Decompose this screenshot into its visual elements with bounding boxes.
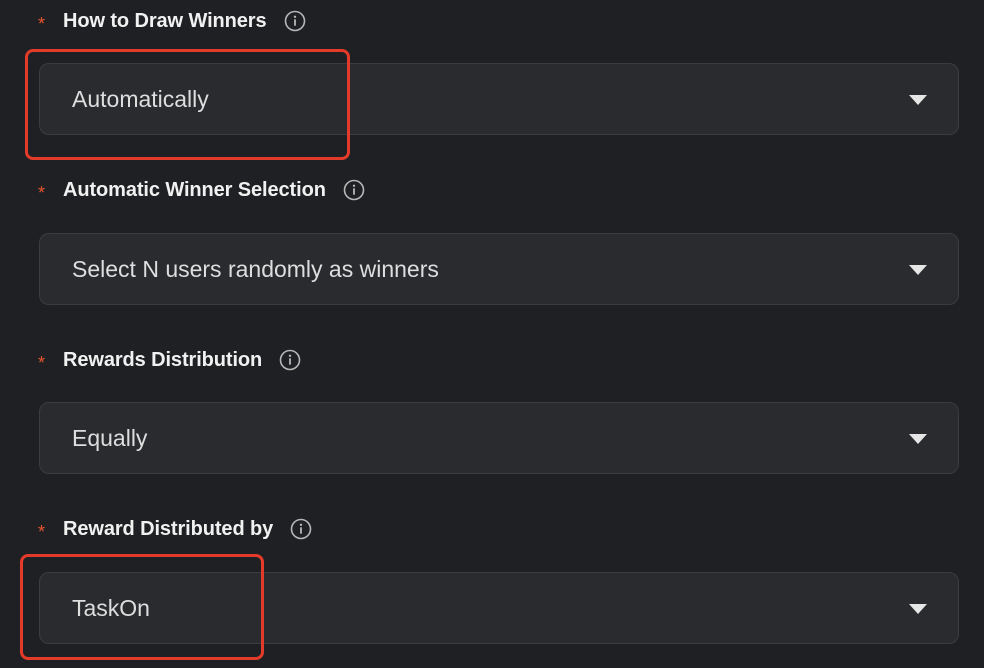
selected-value: Automatically [72,85,209,112]
selected-value: TaskOn [72,594,150,621]
how-to-draw-winners-label: * How to Draw Winners [38,6,306,36]
reward-distributed-by-label: * Reward Distributed by [38,514,312,544]
field-label-text: How to Draw Winners [63,9,267,32]
automatic-winner-selection-label: * Automatic Winner Selection [38,175,365,205]
rewards-distribution-select[interactable]: Equally [39,402,959,474]
required-mark: * [38,353,46,373]
draw-settings-form: * How to Draw Winners Automatically * Au… [0,0,984,668]
field-label-text: Reward Distributed by [63,517,274,540]
field-label-text: Automatic Winner Selection [63,178,326,201]
selected-value: Equally [72,424,148,451]
chevron-down-icon [909,95,927,105]
selected-value: Select N users randomly as winners [72,255,439,282]
automatic-winner-selection-select[interactable]: Select N users randomly as winners [39,233,959,305]
required-mark: * [38,14,46,34]
field-label-text: Rewards Distribution [63,348,263,371]
chevron-down-icon [909,434,927,444]
chevron-down-icon [909,604,927,614]
info-circle-icon[interactable] [279,349,301,371]
info-circle-icon[interactable] [290,518,312,540]
how-to-draw-winners-select[interactable]: Automatically [39,63,959,135]
required-mark: * [38,183,46,203]
info-circle-icon[interactable] [343,179,365,201]
rewards-distribution-label: * Rewards Distribution [38,345,301,375]
info-circle-icon[interactable] [284,10,306,32]
required-mark: * [38,522,46,542]
reward-distributed-by-select[interactable]: TaskOn [39,572,959,644]
chevron-down-icon [909,265,927,275]
